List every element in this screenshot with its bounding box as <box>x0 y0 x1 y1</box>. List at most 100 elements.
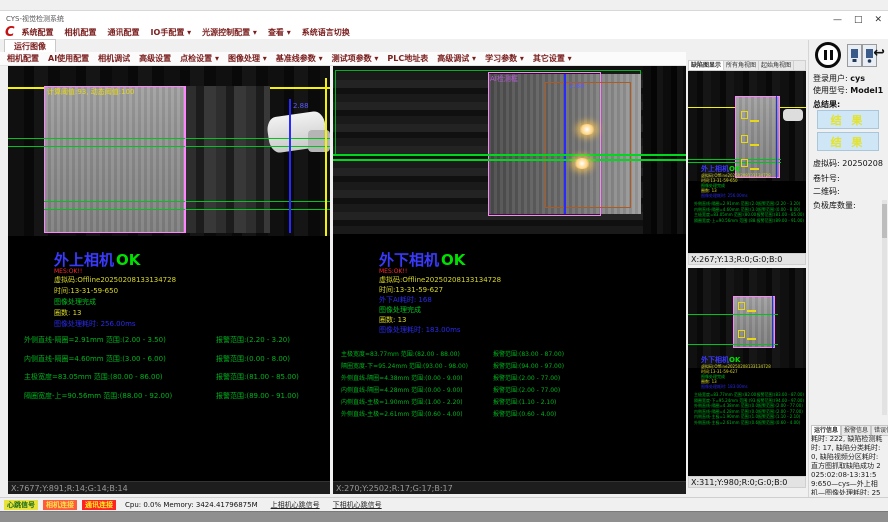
model-row: 使用型号: Model1 <box>813 85 883 96</box>
upper-thumbnail-image[interactable]: 外上相机OK 虚拟码:Offline20250208133134728 时间:1… <box>688 71 806 253</box>
pause-button[interactable] <box>815 42 841 68</box>
elapsed-label: 图像处理耗时: 183.00ms <box>701 384 771 389</box>
ai-elapsed-label: 外下AI耗时: 168 <box>379 295 501 305</box>
model-value: Model1 <box>850 86 883 95</box>
menu-item-io-config[interactable]: IO手配置 ▾ <box>151 27 192 38</box>
defect-marker <box>738 302 745 310</box>
tab-all-corner-view[interactable]: 所有角视图 <box>724 61 759 70</box>
upper-camera-image: 计算阈值:93, 动态阈值:100 2.88 <box>8 66 330 236</box>
menu-item-comm-config[interactable]: 通讯配置 <box>108 27 140 38</box>
login-user-value: cys <box>850 74 865 83</box>
defect-callout <box>750 144 759 146</box>
tool-ai-config[interactable]: AI使用配置 <box>48 53 89 64</box>
camera-name-label: 外下相机 <box>379 251 439 269</box>
time-label: 时间:13-31-59-650 <box>54 286 176 297</box>
total-result-label: 总结果: <box>813 99 840 110</box>
lower-result-overlay: 外下相机OK MES:OK!! 虚拟码:Offline2025020813313… <box>379 252 501 335</box>
thumbnail-measurement-table: 外侧直线-隔圈=2.91mm 范围:(2.00 - 3.50)报警范围:(2.2… <box>694 201 804 223</box>
tool-learn-params[interactable]: 学习参数 ▾ <box>485 53 524 64</box>
tool-camera-debug[interactable]: 相机调试 <box>98 53 130 64</box>
alarm-cell: 报警范围:(2.00 - 77.00) <box>493 373 560 385</box>
alarm-cell: 报警范围:(83.00 - 87.00) <box>493 349 564 361</box>
tab-run-image[interactable]: 运行图像 <box>4 39 56 53</box>
measure-cell: 外侧直线-隔圈=2.91mm 范围:(2.00 - 3.50) <box>24 335 216 354</box>
lower-thumbnail-image[interactable]: 外下相机OK 虚拟码:Offline20250208133134728 时间:1… <box>688 268 806 476</box>
measurement-line-green <box>688 314 778 315</box>
tool-baseline-params[interactable]: 基准线参数 ▾ <box>276 53 323 64</box>
menu-item-view[interactable]: 查看 ▾ <box>268 27 291 38</box>
cpu-memory-status: Cpu: 0.0% Memory: 3424.41796875M <box>125 501 258 509</box>
panel-scrollbar[interactable] <box>882 200 887 415</box>
result-box-upper: 结 果 <box>817 110 879 129</box>
return-arrow-button[interactable]: ↩ <box>873 45 885 61</box>
thumbnail-photo <box>688 268 806 368</box>
alarm-cell: 报警范围:(1.10 - 2.10) <box>493 397 556 409</box>
measurement-line-blue <box>772 296 773 348</box>
mes-status-label: MES:OK!! <box>54 268 176 275</box>
menu-item-camera-config[interactable]: 相机配置 <box>65 27 97 38</box>
measurement-row: 内侧直线-隔圈=4.60mm 范围:(3.00 - 6.00)报警范围:(0.0… <box>24 354 324 373</box>
menu-item-system-config[interactable]: 系统配置 <box>22 27 54 38</box>
menu-item-language[interactable]: 系统语言切换 <box>302 27 350 38</box>
tool-camera-config[interactable]: 相机配置 <box>7 53 39 64</box>
maximize-button[interactable]: □ <box>854 15 863 25</box>
info-panel: ↩ 登录用户: cys 使用型号: Model1 总结果: 结 果 结 果 虚拟… <box>808 40 888 497</box>
defect-callout <box>747 310 756 312</box>
lower-camera-heartbeat-link: 下相机心跳信号 <box>333 500 382 510</box>
result-box-lower: 结 果 <box>817 132 879 151</box>
reflection-highlight <box>574 158 590 169</box>
upper-camera-view[interactable]: 计算阈值:93, 动态阈值:100 2.88 外上相机OK MES:OK!! 虚… <box>8 66 330 494</box>
menu-bar: C 系统配置 相机配置 通讯配置 IO手配置 ▾ 光源控制配置 ▾ 查看 ▾ 系… <box>0 25 888 39</box>
measurement-row: 外侧直线-主极=2.61mm 范围:(0.60 - 4.00)报警范围:(0.6… <box>341 409 683 421</box>
measurement-row: 外侧直线-隔圈=4.38mm 范围:(0.00 - 9.00)报警范围:(2.0… <box>341 373 683 385</box>
turn-count-label: 圈数: 13 <box>379 315 501 325</box>
camera-name-label: 外上相机 <box>54 251 114 269</box>
elapsed-label: 图像处理耗时: 256.00ms <box>54 319 176 330</box>
elapsed-label: 图像处理耗时: 256.00ms <box>701 193 771 198</box>
minimize-button[interactable]: — <box>833 15 842 25</box>
app-logo-icon: C <box>5 26 15 39</box>
menu-item-light-config[interactable]: 光源控制配置 ▾ <box>202 27 257 38</box>
close-button[interactable]: ✕ <box>874 15 882 25</box>
lower-camera-view[interactable]: AI检测框 2.88 外下相机OK MES:OK!! 虚拟码:Offline20… <box>333 66 686 494</box>
pause-icon <box>824 50 827 60</box>
boundary-line-yellow <box>325 78 327 236</box>
measure-cell: 外侧直线-主极=2.61mm 范围:(0.60 - 4.00) <box>694 420 758 426</box>
thumbnail-result-overlay: 外上相机OK 虚拟码:Offline20250208133134728 时间:1… <box>701 165 771 198</box>
thumbnail-result-overlay: 外下相机OK 虚拟码:Offline20250208133134728 时间:1… <box>701 356 771 389</box>
alarm-cell: 报警范围:(89.00 - 91.00) <box>757 218 804 224</box>
alarm-cell: 报警范围:(2.00 - 77.00) <box>493 385 560 397</box>
desktop: CYS-视觉检测系统 — □ ✕ C 系统配置 相机配置 通讯配置 IO手配置 … <box>0 0 888 522</box>
run-log-text: 耗时: 222, 缺陷检测耗时: 17, 缺陷分类耗时: 0, 缺陷视频分区耗时… <box>811 435 883 495</box>
measurement-line-blue <box>289 99 291 233</box>
result-ok-label: OK <box>116 251 140 269</box>
tool-image-processing[interactable]: 图像处理 ▾ <box>228 53 267 64</box>
alarm-cell: 报警范围:(94.00 - 97.00) <box>493 361 564 373</box>
model-label: 使用型号: <box>813 86 848 95</box>
tool-advanced-settings[interactable]: 高级设置 <box>139 53 171 64</box>
upper-camera-toggle-button[interactable] <box>847 44 862 67</box>
tool-test-params[interactable]: 测试项参数 ▾ <box>332 53 379 64</box>
tab-start-corner-view[interactable]: 起始角视图 <box>759 61 794 70</box>
measurement-line-green <box>688 162 781 163</box>
tab-defect-image[interactable]: 缺陷图显示 <box>689 61 724 70</box>
tool-other-settings[interactable]: 其它设置 ▾ <box>533 53 572 64</box>
measure-cell: 隔圈宽度-下=95.24mm 范围:(93.00 - 98.00) <box>341 361 493 373</box>
winding-needle-row: 卷针号: <box>813 173 840 184</box>
scrollbar-thumb[interactable] <box>882 204 887 238</box>
measurement-line-green <box>44 201 330 202</box>
tool-spot-check[interactable]: 点检设置 ▾ <box>180 53 219 64</box>
thumbnail-column: 缺陷图显示 所有角视图 起始角视图 <box>688 60 806 488</box>
tool-plc-table[interactable]: PLC地址表 <box>387 53 428 64</box>
measurement-row: 外侧直线-隔圈=2.91mm 范围:(2.00 - 3.50)报警范围:(2.2… <box>24 335 324 354</box>
qrcode-row: 二维码: <box>813 186 840 197</box>
process-done-label: 图像处理完成 <box>379 305 501 315</box>
mes-status-label: MES:OK!! <box>379 268 501 275</box>
upper-thumbnail-view: 缺陷图显示 所有角视图 起始角视图 <box>688 60 806 265</box>
lower-measurement-table: 主极宽度=83.77mm 范围:(82.00 - 88.00)报警范围:(83.… <box>341 349 683 421</box>
electrode-region <box>44 86 185 233</box>
tool-advanced-debug[interactable]: 高级调试 ▾ <box>437 53 476 64</box>
defect-marker <box>741 135 748 143</box>
thumbnail-tab-strip: 缺陷图显示 所有角视图 起始角视图 <box>688 60 806 71</box>
result-ok-label: OK <box>729 356 740 364</box>
